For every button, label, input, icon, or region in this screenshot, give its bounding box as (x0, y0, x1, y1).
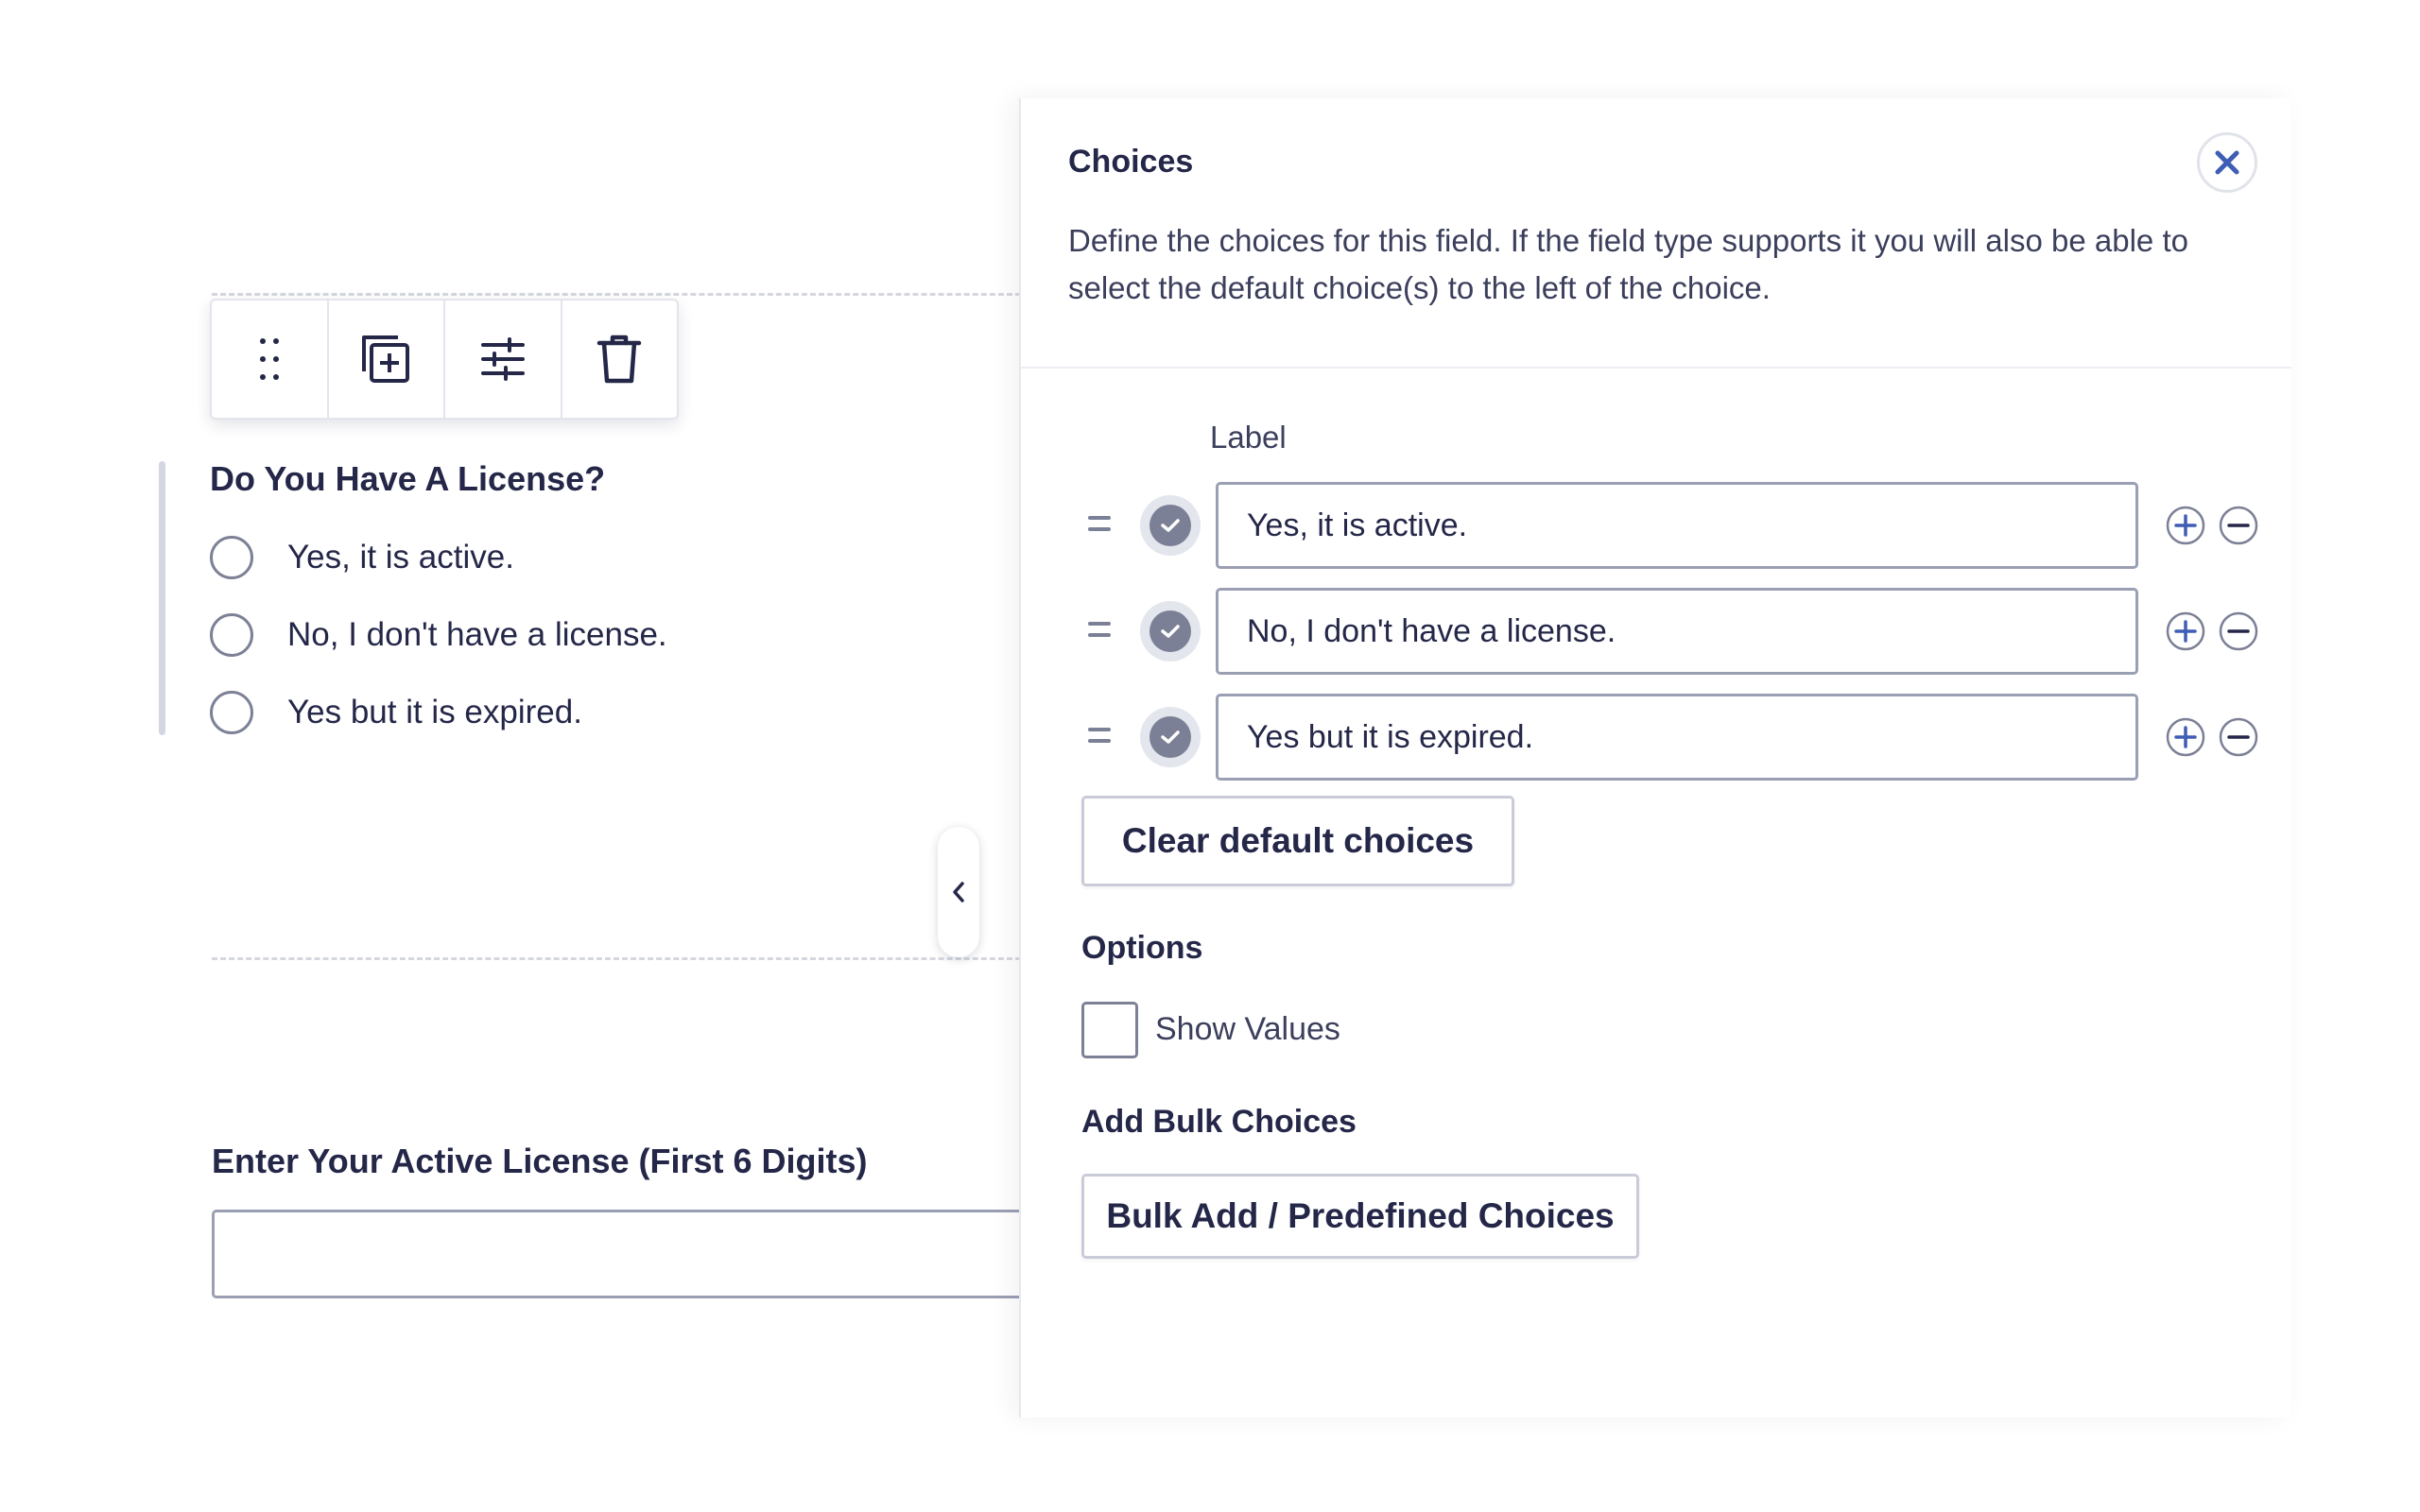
default-choice-toggle[interactable] (1140, 601, 1201, 662)
field-top-dashed-border (212, 293, 1021, 296)
drag-handle-icon (259, 338, 279, 380)
check-icon (1161, 519, 1180, 532)
collapse-panel-button[interactable] (938, 827, 979, 957)
panel-description: Define the choices for this field. If th… (1068, 223, 2188, 305)
trash-icon (597, 335, 642, 384)
choice-row: Yes but it is expired. (1087, 694, 2335, 781)
choices-panel: Choices Define the choices for this fiel… (1019, 98, 2291, 1418)
chevron-left-icon (953, 882, 964, 902)
panel-title: Choices (1068, 144, 1194, 180)
choice-label-input[interactable]: No, I don't have a license. (1216, 588, 2138, 675)
panel-divider (1021, 367, 2291, 369)
duplicate-field-button[interactable] (329, 301, 445, 418)
field-label: Do You Have A License? (210, 459, 606, 498)
radio-button[interactable] (210, 536, 253, 579)
choice-label-input[interactable]: Yes, it is active. (1216, 482, 2138, 569)
bulk-choices-heading: Add Bulk Choices (1081, 1104, 1357, 1140)
label-column-header: Label (1210, 420, 1287, 455)
radio-choice[interactable]: No, I don't have a license. (210, 613, 667, 657)
show-values-label: Show Values (1155, 1011, 1340, 1047)
field-bottom-dashed-border (212, 957, 1021, 960)
choice-row: No, I don't have a license. (1087, 588, 2335, 675)
radio-label: Yes but it is expired. (287, 694, 582, 730)
radio-label: Yes, it is active. (287, 539, 514, 576)
choice-label-input[interactable]: Yes but it is expired. (1216, 694, 2138, 781)
duplicate-icon (362, 335, 410, 383)
radio-choice[interactable]: Yes, it is active. (210, 536, 514, 579)
check-icon (1161, 625, 1180, 638)
remove-choice-icon[interactable] (2218, 716, 2259, 758)
license-input[interactable] (212, 1210, 1063, 1298)
clear-default-choices-button[interactable]: Clear default choices (1081, 796, 1514, 886)
show-values-checkbox[interactable] (1081, 1002, 1138, 1058)
delete-field-button[interactable] (562, 301, 678, 418)
default-choice-toggle[interactable] (1140, 707, 1201, 767)
field-settings-button[interactable] (445, 301, 562, 418)
bulk-add-button[interactable]: Bulk Add / Predefined Choices (1081, 1174, 1639, 1259)
drag-handle-icon[interactable] (1087, 610, 1112, 648)
radio-choice[interactable]: Yes but it is expired. (210, 691, 582, 734)
close-icon (2215, 150, 2239, 175)
radio-button[interactable] (210, 613, 253, 657)
settings-sliders-icon (480, 337, 525, 381)
add-choice-icon[interactable] (2165, 505, 2206, 546)
drag-field-button[interactable] (212, 301, 329, 418)
remove-choice-icon[interactable] (2218, 610, 2259, 652)
drag-handle-icon[interactable] (1087, 716, 1112, 754)
add-choice-icon[interactable] (2165, 716, 2206, 758)
choice-row: Yes, it is active. (1087, 482, 2335, 569)
radio-label: No, I don't have a license. (287, 616, 667, 653)
remove-choice-icon[interactable] (2218, 505, 2259, 546)
close-panel-button[interactable] (2197, 132, 2257, 193)
radio-button[interactable] (210, 691, 253, 734)
default-choice-toggle[interactable] (1140, 495, 1201, 556)
license-field-label: Enter Your Active License (First 6 Digit… (212, 1142, 868, 1180)
drag-handle-icon[interactable] (1087, 505, 1112, 542)
options-heading: Options (1081, 930, 1203, 966)
selected-field-indicator (159, 461, 165, 735)
check-icon (1161, 730, 1180, 744)
add-choice-icon[interactable] (2165, 610, 2206, 652)
field-toolbar (210, 299, 679, 420)
